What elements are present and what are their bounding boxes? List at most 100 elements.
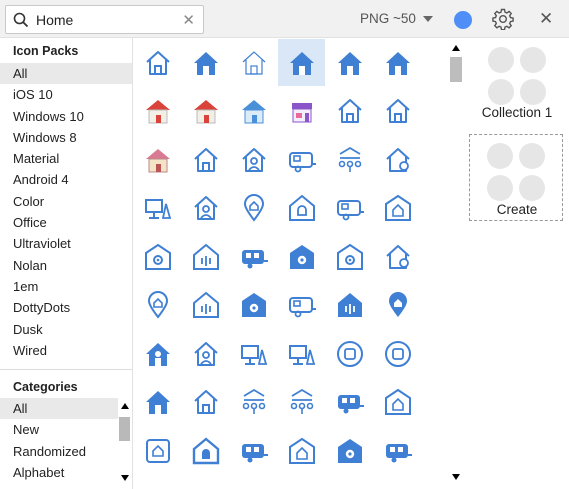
scroll-down-icon[interactable] — [121, 475, 129, 481]
pack-item-all[interactable]: All — [0, 63, 132, 85]
icon-cell[interactable] — [134, 185, 181, 232]
icon-cell[interactable] — [278, 136, 325, 183]
icon-cell[interactable] — [326, 233, 373, 280]
icon-cell[interactable] — [326, 427, 373, 474]
icon-cell[interactable] — [182, 282, 229, 329]
icon-cell[interactable] — [374, 136, 421, 183]
icon-cell[interactable] — [374, 379, 421, 426]
pack-item-color[interactable]: Color — [0, 191, 132, 212]
icon-cell[interactable] — [326, 136, 373, 183]
icon-cell[interactable] — [134, 88, 181, 135]
pack-item-ios-10[interactable]: iOS 10 — [0, 84, 132, 105]
pack-item-ultraviolet[interactable]: Ultraviolet — [0, 233, 132, 254]
category-scrollbar[interactable] — [118, 399, 132, 487]
icon-cell[interactable] — [374, 427, 421, 474]
icon-cell[interactable] — [278, 282, 325, 329]
icon-cell[interactable] — [182, 185, 229, 232]
color-picker-button[interactable] — [454, 11, 472, 29]
icon-cell[interactable] — [182, 136, 229, 183]
icon-cell[interactable] — [278, 379, 325, 426]
icon-cell[interactable] — [134, 427, 181, 474]
pack-item-office[interactable]: Office — [0, 212, 132, 233]
icon-cell[interactable] — [230, 379, 277, 426]
icon-cell[interactable] — [278, 233, 325, 280]
icon-cell[interactable] — [134, 233, 181, 280]
house-filled-icon — [145, 391, 170, 414]
search-box[interactable]: ✕ — [5, 5, 204, 34]
icon-cell[interactable] — [374, 282, 421, 329]
icon-cell[interactable] — [182, 379, 229, 426]
icon-cell[interactable] — [374, 330, 421, 377]
icon-cell[interactable] — [230, 233, 277, 280]
icon-cell[interactable] — [278, 427, 325, 474]
icon-cell[interactable] — [182, 233, 229, 280]
icon-cell[interactable] — [182, 330, 229, 377]
icon-cell[interactable] — [182, 39, 229, 86]
icon-cell[interactable] — [134, 136, 181, 183]
icon-cell[interactable] — [326, 330, 373, 377]
pack-item-wired[interactable]: Wired — [0, 340, 132, 361]
category-item-randomized[interactable]: Randomized — [0, 441, 118, 462]
pack-item-windows-10[interactable]: Windows 10 — [0, 106, 132, 127]
house-color-pink-icon — [145, 148, 170, 172]
format-dropdown-label[interactable]: PNG ~50 — [360, 11, 416, 26]
scroll-down-icon[interactable] — [452, 474, 460, 480]
icon-cell[interactable] — [182, 427, 229, 474]
home-user-filled-icon — [145, 342, 170, 366]
home-network-icon — [338, 146, 361, 172]
scroll-thumb[interactable] — [450, 57, 462, 82]
category-item-new[interactable]: New — [0, 419, 118, 440]
icon-cell[interactable] — [230, 330, 277, 377]
pack-item-dottydots[interactable]: DottyDots — [0, 297, 132, 318]
category-item-alphabet[interactable]: Alphabet — [0, 462, 118, 483]
icon-cell[interactable] — [230, 39, 277, 86]
icon-cell[interactable] — [326, 39, 373, 86]
pack-item-nolan[interactable]: Nolan — [0, 255, 132, 276]
icon-cell[interactable] — [374, 185, 421, 232]
create-collection-button[interactable]: Create — [469, 134, 563, 221]
scroll-up-icon[interactable] — [452, 45, 460, 51]
search-input[interactable] — [36, 10, 176, 30]
pack-item-android-4[interactable]: Android 4 — [0, 169, 132, 190]
scroll-up-icon[interactable] — [121, 403, 129, 409]
icon-cell[interactable] — [326, 379, 373, 426]
icon-cell[interactable] — [326, 88, 373, 135]
house-filled-icon — [337, 51, 362, 75]
home-badge-icon — [288, 437, 315, 464]
gear-icon[interactable] — [492, 8, 514, 30]
icon-cell[interactable] — [134, 379, 181, 426]
icon-cell[interactable] — [134, 39, 181, 86]
icon-cell[interactable] — [230, 88, 277, 135]
pack-item-1em[interactable]: 1em — [0, 276, 132, 297]
chevron-down-icon[interactable] — [423, 16, 433, 22]
icon-cell[interactable] — [134, 330, 181, 377]
home-button-icon — [384, 340, 411, 367]
icon-cell[interactable] — [230, 282, 277, 329]
icon-cell[interactable] — [182, 88, 229, 135]
clear-search-icon[interactable]: ✕ — [182, 11, 195, 29]
icon-cell[interactable] — [278, 88, 325, 135]
icon-cell[interactable] — [374, 39, 421, 86]
icon-cell[interactable] — [134, 282, 181, 329]
icon-cell[interactable] — [326, 185, 373, 232]
icon-cell[interactable] — [278, 39, 325, 86]
icon-cell[interactable] — [230, 136, 277, 183]
icon-cell[interactable] — [230, 185, 277, 232]
category-item-all[interactable]: All — [0, 398, 118, 420]
scroll-thumb[interactable] — [119, 417, 130, 441]
close-icon[interactable]: ✕ — [539, 9, 553, 29]
icon-cell[interactable] — [374, 88, 421, 135]
collection-card[interactable]: Collection 1 — [470, 40, 564, 123]
icon-cell[interactable] — [374, 233, 421, 280]
pack-item-windows-8[interactable]: Windows 8 — [0, 127, 132, 148]
icon-cell[interactable] — [230, 427, 277, 474]
icon-cell[interactable] — [326, 282, 373, 329]
pack-item-material[interactable]: Material — [0, 148, 132, 169]
icon-cell[interactable] — [278, 185, 325, 232]
pack-item-dusk[interactable]: Dusk — [0, 319, 132, 340]
icon-cell[interactable] — [278, 330, 325, 377]
home-gear-icon — [336, 243, 363, 270]
icon-grid-scrollbar[interactable] — [448, 40, 464, 489]
house-filled-icon — [193, 51, 218, 75]
house-outline-icon — [145, 50, 170, 75]
